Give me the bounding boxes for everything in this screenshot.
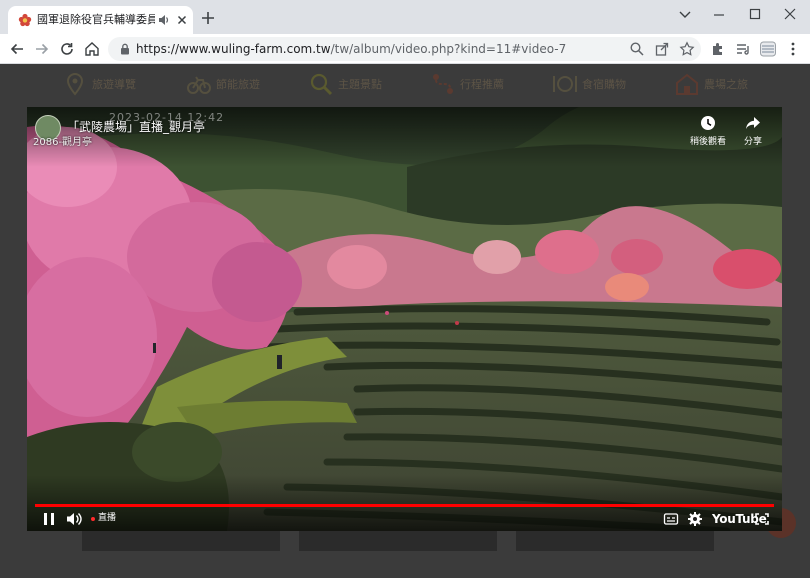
extensions-icon[interactable] <box>709 40 727 58</box>
fullscreen-icon[interactable] <box>754 510 770 528</box>
video-card[interactable] <box>516 529 714 551</box>
clock-icon <box>701 116 715 130</box>
close-tab-icon[interactable] <box>176 14 188 26</box>
new-tab-icon[interactable] <box>200 10 216 26</box>
house-icon <box>676 73 698 95</box>
back-icon[interactable] <box>8 40 26 58</box>
url-host: https://www.wuling-farm.com.tw <box>136 42 331 56</box>
url-text: https://www.wuling-farm.com.tw/tw/album/… <box>136 42 566 56</box>
magnifier-icon <box>310 73 333 96</box>
profile-icon[interactable] <box>759 40 777 58</box>
forward-icon[interactable] <box>33 40 51 58</box>
watch-later-button[interactable]: 稍後觀看 <box>686 115 730 151</box>
minimize-icon[interactable] <box>702 4 736 24</box>
nav-item-eco-travel[interactable]: 節能旅遊 <box>186 69 260 99</box>
video-card[interactable] <box>82 529 280 551</box>
home-icon[interactable] <box>83 40 101 58</box>
lock-icon[interactable] <box>118 42 132 56</box>
maximize-icon[interactable] <box>738 4 772 24</box>
close-window-icon[interactable] <box>773 4 807 24</box>
nav-item-travel-guide[interactable]: 旅遊導覽 <box>62 69 136 99</box>
bookmark-star-icon[interactable] <box>679 41 695 57</box>
progress-bar[interactable] <box>35 504 774 507</box>
share-arrow-icon <box>746 117 760 129</box>
live-label[interactable]: 直播 <box>98 512 116 524</box>
nav-item-attractions[interactable]: 主題景點 <box>308 69 382 99</box>
nav-item-farm-tour[interactable]: 農場之旅 <box>674 69 748 99</box>
nav-item-label: 主題景點 <box>338 78 382 91</box>
tab-title: 國軍退除役官兵輔導委員會武 <box>37 13 155 26</box>
address-bar[interactable]: https://www.wuling-farm.com.tw/tw/album/… <box>108 37 701 61</box>
nav-item-label: 行程推薦 <box>460 78 504 91</box>
zoom-icon[interactable] <box>629 41 645 57</box>
share-label: 分享 <box>743 137 762 147</box>
reload-icon[interactable] <box>58 40 76 58</box>
dining-icon <box>553 76 577 92</box>
map-pin-icon <box>66 72 84 96</box>
flower-icon <box>18 13 32 27</box>
media-queue-icon[interactable] <box>734 40 752 58</box>
url-path: /tw/album/video.php?kind=11#video-7 <box>330 42 567 56</box>
share-icon[interactable] <box>654 41 670 57</box>
route-icon <box>433 74 453 94</box>
nav-item-label: 農場之旅 <box>704 78 748 91</box>
nav-item-label: 節能旅遊 <box>216 78 260 91</box>
watch-later-label: 稍後觀看 <box>689 137 726 147</box>
share-video-button[interactable]: 分享 <box>731 115 775 151</box>
site-nav: 旅遊導覽 節能旅遊 主題景點 行程推薦 食宿購物 農場之旅 <box>0 65 810 103</box>
video-player[interactable]: 2023-02-14 12:42 「武陵農場」直播_觀月亭 2086-觀月亭 稍… <box>27 107 782 531</box>
live-indicator-dot <box>91 517 95 521</box>
settings-gear-icon[interactable] <box>687 510 703 528</box>
nav-item-dining-shopping[interactable]: 食宿購物 <box>552 69 626 99</box>
pause-icon[interactable] <box>41 510 57 528</box>
captions-icon[interactable] <box>663 510 679 528</box>
nav-item-label: 旅遊導覽 <box>92 78 136 91</box>
nav-item-itinerary[interactable]: 行程推薦 <box>430 69 504 99</box>
progress-fill <box>35 504 774 507</box>
tab-search-chevron-icon[interactable] <box>668 4 702 24</box>
video-title[interactable]: 「武陵農場」直播_觀月亭 <box>67 120 205 134</box>
browser-window: 國軍退除役官兵輔導委員會武 <box>0 0 810 578</box>
camera-label: 2086-觀月亭 <box>33 137 93 148</box>
video-card[interactable] <box>299 529 497 551</box>
tab-strip: 國軍退除役官兵輔導委員會武 <box>0 0 810 34</box>
volume-icon[interactable] <box>65 510 83 528</box>
browser-toolbar: https://www.wuling-farm.com.tw/tw/album/… <box>0 34 810 64</box>
video-frame <box>27 107 782 531</box>
web-page-overlay: 旅遊導覽 節能旅遊 主題景點 行程推薦 食宿購物 農場之旅 2023-02-14… <box>0 65 810 578</box>
menu-icon[interactable] <box>784 40 802 58</box>
bike-icon <box>187 76 211 94</box>
browser-tab[interactable]: 國軍退除役官兵輔導委員會武 <box>8 6 193 34</box>
speaker-icon[interactable] <box>158 14 170 26</box>
nav-item-label: 食宿購物 <box>582 78 626 91</box>
